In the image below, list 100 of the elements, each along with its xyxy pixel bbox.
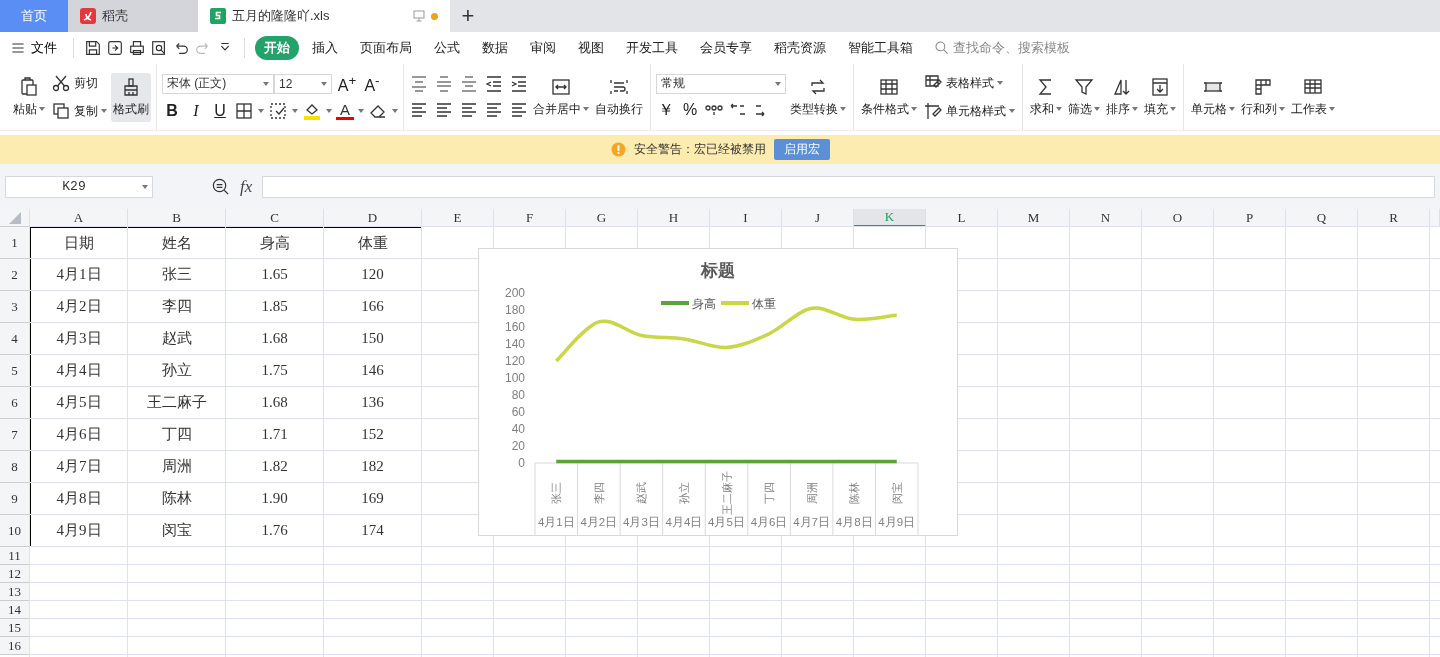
category-label: 4月5日 [708, 516, 745, 528]
row-header[interactable]: 15 [0, 619, 30, 637]
row-header[interactable]: 14 [0, 601, 30, 619]
row-header[interactable]: 1 [0, 227, 30, 259]
ribbon-tab[interactable]: 开发工具 [617, 36, 687, 60]
format-painter-button[interactable]: 格式刷 [111, 72, 151, 122]
wrap-text-button[interactable]: 自动换行 [593, 72, 645, 122]
ribbon-tab[interactable]: 审阅 [521, 36, 565, 60]
conditional-format-button[interactable]: 条件格式 [859, 72, 919, 122]
print-icon[interactable] [128, 39, 146, 57]
fill-icon [1150, 76, 1170, 97]
cell-style-button[interactable]: 单元格样式 [921, 100, 1017, 122]
axis-tick-label: 120 [504, 354, 525, 368]
category-label: 赵武 [635, 482, 648, 504]
column-header[interactable]: E [422, 209, 494, 227]
document-tab[interactable]: 稻壳 [68, 0, 198, 32]
column-header[interactable]: I [710, 209, 782, 227]
fill-pattern-icon [268, 101, 288, 122]
cells-button[interactable]: 行和列 [1239, 72, 1287, 122]
column-header[interactable]: L [926, 209, 998, 227]
column-header[interactable]: H [638, 209, 710, 227]
number-format-button[interactable]: % [680, 101, 700, 119]
document-tab[interactable]: 五月的隆隆吖.xls [198, 0, 450, 32]
column-header[interactable]: A [30, 209, 128, 227]
zoom-icon[interactable] [211, 177, 230, 196]
cut-button[interactable]: 剪切 [49, 72, 109, 94]
font-style-button[interactable]: B [162, 102, 182, 121]
column-header[interactable]: M [998, 209, 1070, 227]
editing-button[interactable]: 筛选 [1066, 72, 1102, 122]
table-cell: 1.75 [226, 355, 324, 387]
row-header[interactable]: 3 [0, 291, 30, 323]
save-icon[interactable] [84, 39, 102, 57]
category-label: 丁四 [763, 482, 776, 504]
row-header[interactable]: 5 [0, 355, 30, 387]
ribbon-tab[interactable]: 插入 [303, 36, 347, 60]
name-box[interactable]: K29 [5, 175, 153, 198]
column-header[interactable]: R [1358, 209, 1430, 227]
font-style-button[interactable]: U [210, 102, 230, 121]
font-size-step-button[interactable]: A$^{+}$ [337, 72, 357, 96]
column-header[interactable]: P [1214, 209, 1286, 227]
column-header[interactable]: J [782, 209, 854, 227]
number-format-field[interactable]: 常规 [656, 73, 786, 94]
convert-type-button[interactable]: 类型转换 [788, 72, 848, 122]
column-header[interactable]: F [494, 209, 566, 227]
paste-button[interactable]: 粘贴 [11, 72, 47, 122]
column-header[interactable]: D [324, 209, 422, 227]
caret-icon [1009, 109, 1015, 113]
table-cell: 150 [324, 323, 422, 355]
editing-button[interactable]: 排序 [1104, 72, 1140, 122]
row-header[interactable]: 2 [0, 259, 30, 291]
ribbon-tab[interactable]: 公式 [425, 36, 469, 60]
number-format-button[interactable]: ￥ [656, 99, 676, 121]
formula-input[interactable] [262, 175, 1435, 198]
editing-button[interactable]: 求和 [1028, 72, 1064, 122]
category-label: 张三 [550, 482, 563, 504]
row-header[interactable]: 6 [0, 387, 30, 419]
row-header[interactable]: 13 [0, 583, 30, 601]
row-header[interactable]: 10 [0, 515, 30, 547]
cells-button[interactable]: 单元格 [1189, 72, 1237, 122]
editing-button[interactable]: 填充 [1142, 72, 1178, 122]
export-icon[interactable] [106, 39, 124, 57]
column-header[interactable]: O [1142, 209, 1214, 227]
preview-icon[interactable] [150, 39, 168, 57]
column-header[interactable]: N [1070, 209, 1142, 227]
ribbon-tab[interactable]: 数据 [473, 36, 517, 60]
command-search-field[interactable]: 查找命令、搜索模板 [934, 39, 1070, 57]
scissors-icon [51, 73, 71, 93]
cells-button[interactable]: 工作表 [1289, 72, 1337, 122]
row-header[interactable]: 9 [0, 483, 30, 515]
ribbon-tab[interactable]: 视图 [569, 36, 613, 60]
row-header[interactable]: 7 [0, 419, 30, 451]
ribbon-tab[interactable]: 稻壳资源 [765, 36, 835, 60]
rows-columns-icon [1253, 76, 1273, 97]
merge-cells-icon [551, 76, 571, 97]
column-header[interactable]: B [128, 209, 226, 227]
table-cell: 146 [324, 355, 422, 387]
copy-button[interactable]: 复制 [49, 100, 109, 122]
row-header[interactable]: 4 [0, 323, 30, 355]
column-header[interactable]: Q [1286, 209, 1358, 227]
ribbon-tab[interactable]: 智能工具箱 [839, 36, 922, 60]
font-size-step-button[interactable]: A$^{-}$ [362, 72, 382, 96]
row-header[interactable]: 16 [0, 637, 30, 655]
font-color-button[interactable]: A [336, 102, 354, 121]
row-header[interactable]: 11 [0, 547, 30, 565]
ribbon-tab[interactable]: 页面布局 [351, 36, 421, 60]
font-name-field[interactable]: 宋体 (正文) [162, 74, 274, 94]
row-header[interactable]: 12 [0, 565, 30, 583]
row-header[interactable]: 8 [0, 451, 30, 483]
column-header[interactable]: G [566, 209, 638, 227]
table-style-button[interactable]: 表格样式 [921, 72, 1017, 94]
table-cell: 166 [324, 291, 422, 323]
new-tab-button[interactable]: + [450, 0, 486, 32]
font-size-field[interactable]: 12 [274, 74, 332, 94]
font-style-button[interactable]: I [186, 102, 206, 121]
merge-center-button[interactable]: 合并居中 [531, 72, 591, 122]
column-header[interactable]: C [226, 209, 324, 227]
file-menu[interactable]: 文件 [8, 39, 63, 57]
category-label: 4月1日 [537, 516, 575, 528]
function-label[interactable]: fx [240, 176, 253, 197]
ribbon-tab[interactable]: 会员专享 [691, 36, 761, 60]
